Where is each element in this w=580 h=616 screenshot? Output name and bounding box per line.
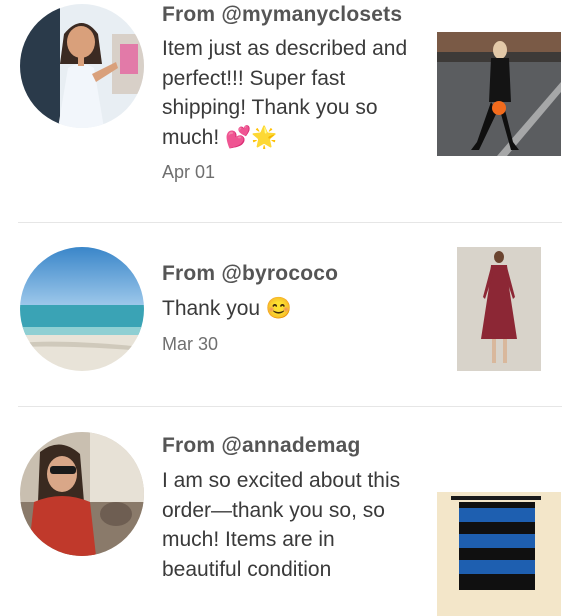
review-from[interactable]: From @annademag (162, 434, 361, 458)
burgundy-dress-photo-icon (437, 247, 561, 371)
review-from[interactable]: From @mymanyclosets (162, 3, 402, 27)
item-thumbnail[interactable] (437, 32, 561, 156)
divider (18, 222, 562, 223)
review-date: Apr 01 (162, 162, 216, 182)
beach-ocean-avatar-icon (20, 247, 144, 371)
review-message-text: Thank you 😊 (162, 297, 293, 320)
review-message-text: Item just as described and perfect!!! Su… (162, 37, 408, 149)
woman-black-outfit-orange-bag-photo-icon (437, 32, 561, 156)
review-message: Item just as described and perfect!!! Su… (162, 34, 412, 152)
user-avatar[interactable] (20, 432, 144, 556)
woman-car-avatar-icon (20, 432, 144, 556)
review-message: I am so excited about this order—thank y… (162, 466, 412, 584)
review-date: Mar 30 (162, 334, 219, 354)
review-message-text: I am so excited about this order—thank y… (162, 469, 401, 581)
review-message: Thank you 😊 (162, 294, 412, 324)
divider (18, 406, 562, 407)
item-thumbnail[interactable] (437, 247, 561, 371)
blue-black-striped-skirt-photo-icon (437, 492, 561, 616)
user-avatar[interactable] (20, 247, 144, 371)
review-from[interactable]: From @byrococo (162, 262, 338, 286)
cartoon-woman-avatar-icon (20, 4, 144, 128)
item-thumbnail[interactable] (437, 492, 561, 616)
user-avatar[interactable] (20, 4, 144, 128)
